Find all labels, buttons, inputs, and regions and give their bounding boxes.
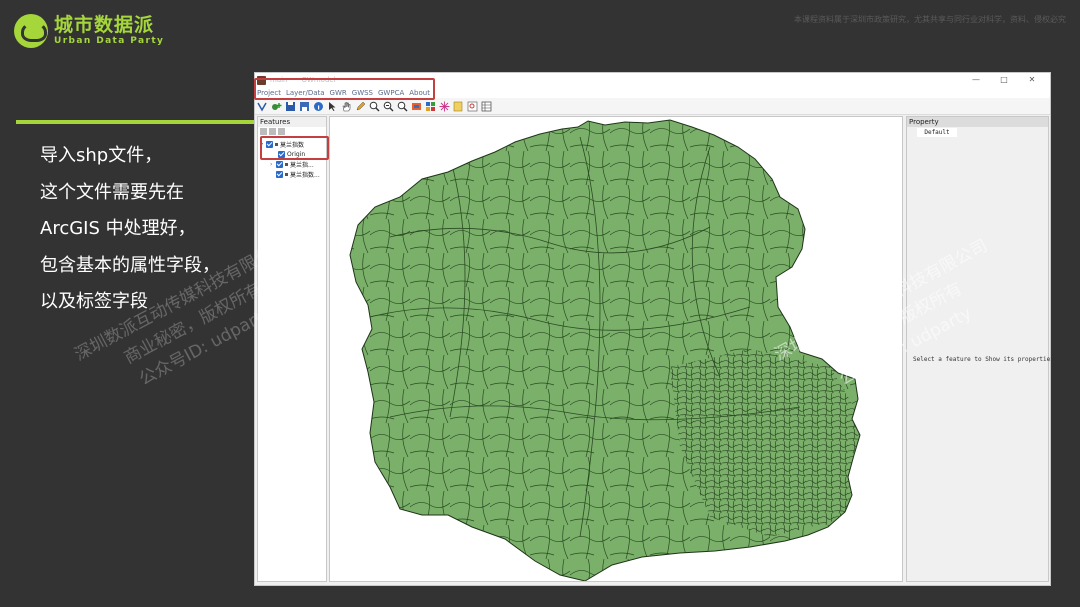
- features-panel: Features ▾ 莫兰指数 Origin › 莫兰指... 莫兰指数...: [257, 116, 327, 582]
- property-panel: Property Default Select a feature to Sho…: [906, 116, 1058, 582]
- bullet-line: ArcGIS 中处理好，: [40, 218, 196, 239]
- edit-pencil-icon[interactable]: [355, 101, 366, 112]
- tab-default[interactable]: Default: [917, 128, 957, 137]
- tree-item-label: 莫兰指...: [290, 161, 314, 169]
- property-hint-text: Select a feature to Show its properties.: [913, 356, 1058, 363]
- save-icon[interactable]: [285, 101, 296, 112]
- layer-checkbox[interactable]: [276, 170, 283, 178]
- tree-item-child[interactable]: 莫兰指数...: [258, 169, 326, 179]
- layer-highlight-box: [260, 136, 329, 160]
- close-button[interactable]: ✕: [1018, 73, 1046, 87]
- slide-bullets: 导入shp文件， 这个文件需要先在 ArcGIS 中处理好， 包含基本的属性字段…: [40, 138, 220, 321]
- bullet-line: 以及标签字段: [40, 291, 148, 312]
- zoom-out-icon[interactable]: [383, 101, 394, 112]
- add-point-icon[interactable]: [271, 101, 282, 112]
- search-layer-icon[interactable]: [467, 101, 478, 112]
- zoom-in-icon[interactable]: [369, 101, 380, 112]
- zoom-full-icon[interactable]: [397, 101, 408, 112]
- remove-layer-icon[interactable]: [278, 128, 285, 135]
- bullet-line: 包含基本的属性字段，: [40, 254, 220, 276]
- maximize-button[interactable]: □: [990, 73, 1018, 87]
- minimize-button[interactable]: —: [962, 73, 990, 87]
- logo-icon: [14, 14, 48, 48]
- layer-style-icon[interactable]: [411, 101, 422, 112]
- toolbar: [255, 98, 1050, 115]
- logo-chinese-text: 城市数据派: [54, 14, 155, 36]
- layer-dot-icon: [285, 162, 288, 166]
- new-project-icon[interactable]: [453, 101, 464, 112]
- property-panel-title: Property: [907, 117, 1048, 127]
- move-up-icon[interactable]: [260, 128, 267, 135]
- bullet-line: 这个文件需要先在: [40, 181, 184, 203]
- add-vector-icon[interactable]: [257, 101, 268, 112]
- pan-hand-icon[interactable]: [341, 101, 352, 112]
- bullet-line: 导入shp文件，: [40, 145, 163, 166]
- select-icon[interactable]: [327, 101, 338, 112]
- map-canvas[interactable]: [329, 116, 903, 582]
- move-down-icon[interactable]: [269, 128, 276, 135]
- logo-english-text: Urban Data Party: [54, 36, 165, 46]
- spark-icon[interactable]: [439, 101, 450, 112]
- region-polygons-map[interactable]: [330, 117, 903, 582]
- logo: 城市数据派 Urban Data Party: [14, 14, 164, 48]
- attribute-table-icon[interactable]: [425, 101, 436, 112]
- save-as-icon[interactable]: [299, 101, 310, 112]
- table-icon[interactable]: [481, 101, 492, 112]
- app-window: main GWmodel — □ ✕ Project Layer/Data GW…: [254, 72, 1058, 586]
- copyright-notice: 本课程资料属于深圳市政策研究，尤其共享与同行业对科学，资料、侵权必究: [794, 15, 1066, 24]
- tree-item-label: 莫兰指数...: [290, 171, 320, 179]
- features-panel-title: Features: [258, 117, 326, 127]
- accent-divider: [16, 120, 256, 124]
- info-icon[interactable]: [313, 101, 324, 112]
- menu-highlight-box: [254, 78, 435, 100]
- layer-dot-icon: [285, 172, 288, 176]
- tree-item-child[interactable]: › 莫兰指...: [258, 159, 326, 169]
- features-mini-toolbar: [258, 127, 326, 136]
- layer-checkbox[interactable]: [276, 160, 283, 168]
